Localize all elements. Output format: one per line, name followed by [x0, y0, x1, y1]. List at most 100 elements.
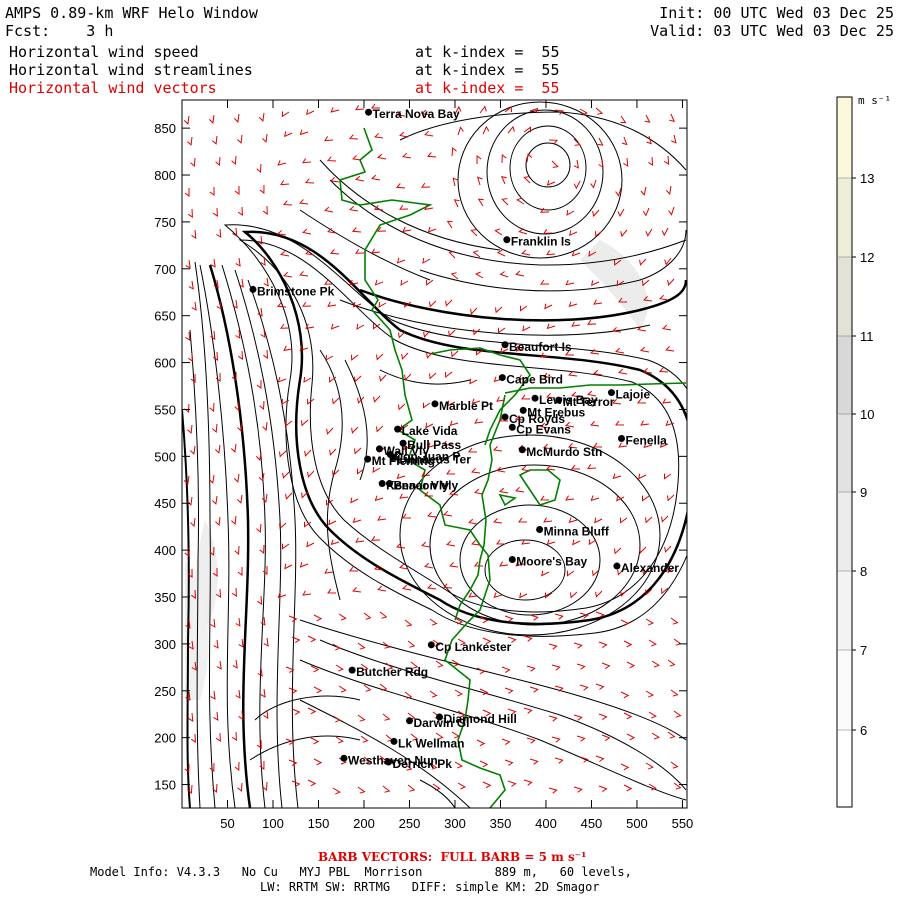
wind-barb — [191, 229, 197, 239]
wind-barb — [670, 689, 679, 697]
wind-barb — [516, 197, 525, 205]
wind-barb — [626, 733, 636, 741]
wind-barb — [426, 279, 434, 286]
wind-barb — [213, 639, 219, 649]
wind-barb — [259, 184, 265, 194]
wind-barb — [360, 735, 369, 743]
wind-barb — [262, 133, 268, 143]
wind-barb — [665, 346, 675, 352]
wind-barb — [327, 301, 337, 308]
wind-barb — [212, 135, 218, 145]
wind-barb — [306, 541, 315, 548]
wind-barb — [540, 495, 550, 501]
wind-barb — [256, 523, 262, 534]
wind-barb — [541, 570, 550, 577]
wind-barb — [402, 226, 412, 233]
wind-barb — [612, 327, 622, 333]
x-tick-label: 100 — [262, 816, 284, 831]
wind-barb — [325, 354, 334, 361]
wind-barb — [283, 345, 293, 352]
wind-barb — [363, 612, 372, 620]
wind-barb — [234, 761, 240, 771]
place-dot — [607, 389, 615, 397]
wind-barb — [190, 517, 196, 528]
wind-barb — [529, 614, 539, 621]
wind-barb — [210, 690, 216, 700]
wind-barb — [482, 781, 492, 789]
wind-barb — [446, 540, 456, 547]
wind-barb — [504, 687, 514, 694]
wind-barb — [231, 587, 237, 597]
wind-barb — [427, 226, 437, 233]
wind-barb — [284, 131, 293, 138]
wind-barb — [184, 403, 190, 414]
wind-barb — [507, 125, 515, 134]
wind-barb — [404, 619, 413, 627]
wind-barb — [310, 737, 320, 745]
wind-barb — [620, 517, 628, 524]
wind-barb — [355, 537, 365, 543]
place-dot — [348, 666, 356, 674]
wind-barb — [623, 640, 633, 648]
x-tick-label: 450 — [581, 816, 603, 831]
wind-barb — [477, 198, 484, 207]
wind-barb — [571, 464, 581, 470]
wind-barb — [493, 592, 503, 599]
wind-barb — [257, 595, 263, 605]
wind-barb — [299, 270, 309, 277]
wind-barb — [595, 590, 603, 598]
wind-barb — [429, 618, 438, 626]
wind-barb — [667, 494, 675, 502]
wind-barb — [303, 376, 312, 383]
colorbar: 13 12 11 10 9 8 7 6 — [836, 96, 874, 808]
wind-barb — [235, 617, 241, 627]
wind-barb — [232, 659, 238, 669]
wind-barb — [235, 257, 241, 267]
colorbar-label: 6 — [860, 723, 867, 738]
wind-barb — [450, 272, 459, 280]
y-tick-label: 600 — [154, 356, 176, 371]
wind-barb — [642, 279, 650, 287]
wind-barb — [302, 590, 312, 596]
wind-barb — [357, 714, 366, 722]
place-dot — [340, 754, 348, 762]
wind-barb — [648, 639, 657, 647]
wind-barb — [187, 208, 193, 218]
wind-barb — [349, 279, 359, 286]
wind-barb — [209, 402, 215, 413]
wind-barb — [371, 535, 381, 541]
wind-barb — [479, 760, 489, 768]
wind-barb — [526, 665, 536, 672]
wind-barb — [190, 733, 196, 743]
wind-barb — [643, 368, 653, 374]
wind-barb — [451, 350, 459, 358]
wind-barb — [472, 250, 481, 258]
wind-barb — [475, 271, 484, 279]
wind-barb — [284, 563, 293, 570]
wind-barb — [291, 708, 301, 716]
wind-barb — [504, 615, 514, 622]
wind-barb — [496, 249, 506, 257]
wind-barb — [620, 115, 627, 124]
wind-barb — [551, 664, 561, 671]
wind-barb — [648, 156, 654, 166]
wind-barb — [231, 515, 237, 526]
wind-barb — [573, 714, 583, 721]
wind-barb — [548, 643, 558, 650]
wind-barb — [612, 473, 622, 480]
wind-barb — [376, 353, 384, 361]
wind-barb — [471, 468, 481, 474]
place-dot — [378, 480, 386, 488]
wind-barb — [645, 618, 654, 626]
wind-barb — [601, 662, 611, 670]
x-tick-label: 150 — [308, 816, 330, 831]
wind-barb — [504, 759, 514, 766]
wind-barb — [209, 187, 215, 196]
wind-barb — [354, 375, 362, 383]
wind-barb — [330, 323, 340, 330]
wind-barb — [357, 786, 366, 794]
wind-barb — [215, 372, 221, 382]
wind-barb — [330, 107, 340, 113]
wind-barb — [280, 180, 290, 186]
wind-barb — [651, 660, 660, 668]
